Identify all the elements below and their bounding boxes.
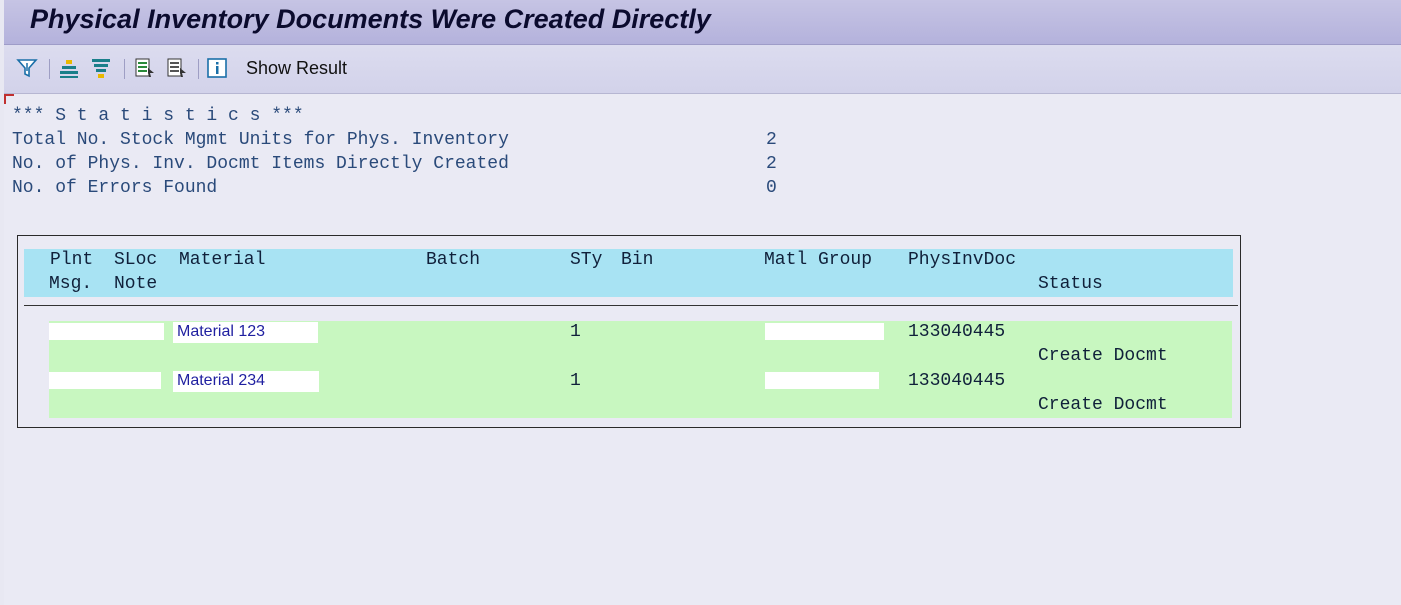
title-bar: Physical Inventory Documents Were Create…: [4, 0, 1401, 45]
sty-cell: 1: [570, 322, 581, 342]
header-matl-group: Matl Group: [764, 250, 873, 270]
status-cell: Create Docmt: [1038, 346, 1168, 366]
statistics-label: No. of Errors Found: [12, 178, 218, 198]
statistics-heading: *** S t a t i s t i c s ***: [12, 106, 304, 126]
statistics-label: No. of Phys. Inv. Docmt Items Directly C…: [12, 154, 509, 174]
statistics-value: 0: [766, 178, 777, 198]
sty-cell: 1: [570, 371, 581, 391]
header-status: Status: [1038, 274, 1103, 294]
toolbar-separator: [198, 59, 199, 79]
statistics-label: Total No. Stock Mgmt Units for Phys. Inv…: [12, 130, 509, 150]
statistics-value: 2: [766, 130, 777, 150]
table-row: Material 234 1 133040445: [49, 370, 1232, 394]
show-result-button[interactable]: Show Result: [246, 58, 347, 79]
redacted-matl-group: [765, 323, 884, 340]
header-physinvdoc: PhysInvDoc: [908, 250, 1017, 270]
header-bin: Bin: [621, 250, 654, 270]
cursor-corner-marker: [4, 94, 14, 104]
application-toolbar: Show Result: [4, 45, 1401, 94]
list-output-area: *** S t a t i s t i c s *** Total No. St…: [4, 94, 1401, 605]
statistics-value: 2: [766, 154, 777, 174]
results-table: Plnt SLoc Material Batch STy Bin Matl Gr…: [17, 235, 1241, 428]
sort-descending-icon[interactable]: [88, 55, 114, 81]
status-cell: Create Docmt: [1038, 395, 1168, 415]
table-row: Create Docmt: [49, 394, 1232, 418]
information-icon[interactable]: [204, 55, 230, 81]
material-link[interactable]: Material 123: [177, 323, 265, 341]
toolbar-separator: [124, 59, 125, 79]
table-row: Create Docmt: [49, 345, 1232, 370]
header-material: Material: [179, 250, 266, 270]
header-batch: Batch: [426, 250, 481, 270]
table-header: Plnt SLoc Material Batch STy Bin Matl Gr…: [24, 249, 1233, 297]
header-sty: STy: [570, 250, 603, 270]
page-title: Physical Inventory Documents Were Create…: [30, 4, 711, 34]
select-layout-icon[interactable]: [132, 55, 158, 81]
header-note: Note: [114, 274, 158, 294]
change-layout-icon[interactable]: [164, 55, 190, 81]
sort-ascending-icon[interactable]: [56, 55, 82, 81]
table-row: Material 123 1 133040445: [49, 321, 1232, 345]
physinvdoc-cell[interactable]: 133040445: [908, 322, 1005, 342]
filter-icon[interactable]: [14, 55, 40, 81]
redacted-matl-group: [765, 372, 879, 389]
physinvdoc-cell[interactable]: 133040445: [908, 371, 1005, 391]
header-divider: [24, 305, 1238, 306]
material-link[interactable]: Material 234: [177, 372, 265, 390]
redacted-plant-sloc: [49, 372, 161, 389]
redacted-plant-sloc: [49, 323, 164, 340]
header-msg: Msg.: [49, 274, 93, 294]
header-plnt: Plnt: [50, 250, 94, 270]
toolbar-separator: [49, 59, 50, 79]
header-sloc: SLoc: [114, 250, 158, 270]
